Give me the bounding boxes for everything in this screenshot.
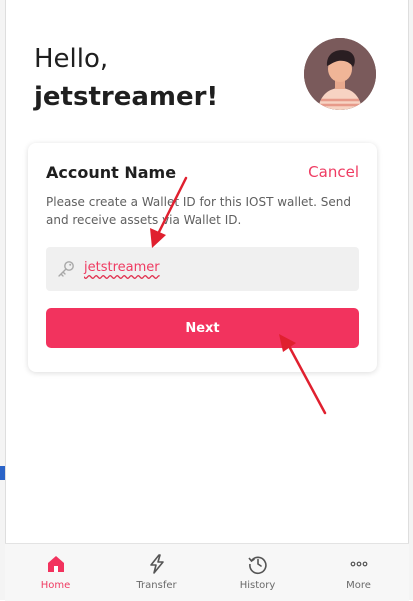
greeting-hello: Hello, [34,44,109,74]
avatar-illustration [304,38,376,110]
greeting: Hello, jetstreamer! [34,40,218,116]
background-fragment [0,466,5,480]
nav-label-home: Home [40,580,71,591]
next-button[interactable]: Next [46,308,359,348]
more-dots-icon [350,561,367,567]
account-name-card: Account Name Cancel Please create a Wall… [28,143,377,372]
wallet-id-value[interactable]: jetstreamer [84,260,160,275]
nav-item-home[interactable]: Home [5,544,106,601]
key-icon [58,261,74,277]
cancel-button[interactable]: Cancel [308,163,359,181]
greeting-username: jetstreamer! [34,82,219,112]
left-window-edge [0,0,6,600]
nav-label-transfer: Transfer [136,580,177,591]
home-icon [47,556,64,572]
nav-item-transfer[interactable]: Transfer [106,544,207,601]
nav-item-history[interactable]: History [207,544,308,601]
wallet-id-input[interactable]: jetstreamer [46,247,359,291]
nav-label-history: History [239,580,276,591]
card-description: Please create a Wallet ID for this IOST … [46,195,351,227]
card-title: Account Name [46,163,177,182]
avatar[interactable] [304,38,376,110]
history-icon [247,556,267,575]
nav-item-more[interactable]: More [308,544,409,601]
bottom-navigation: Home Transfer History More [5,543,409,601]
nav-label-more: More [346,580,371,591]
lightning-icon [149,554,164,574]
right-window-edge [408,0,413,600]
